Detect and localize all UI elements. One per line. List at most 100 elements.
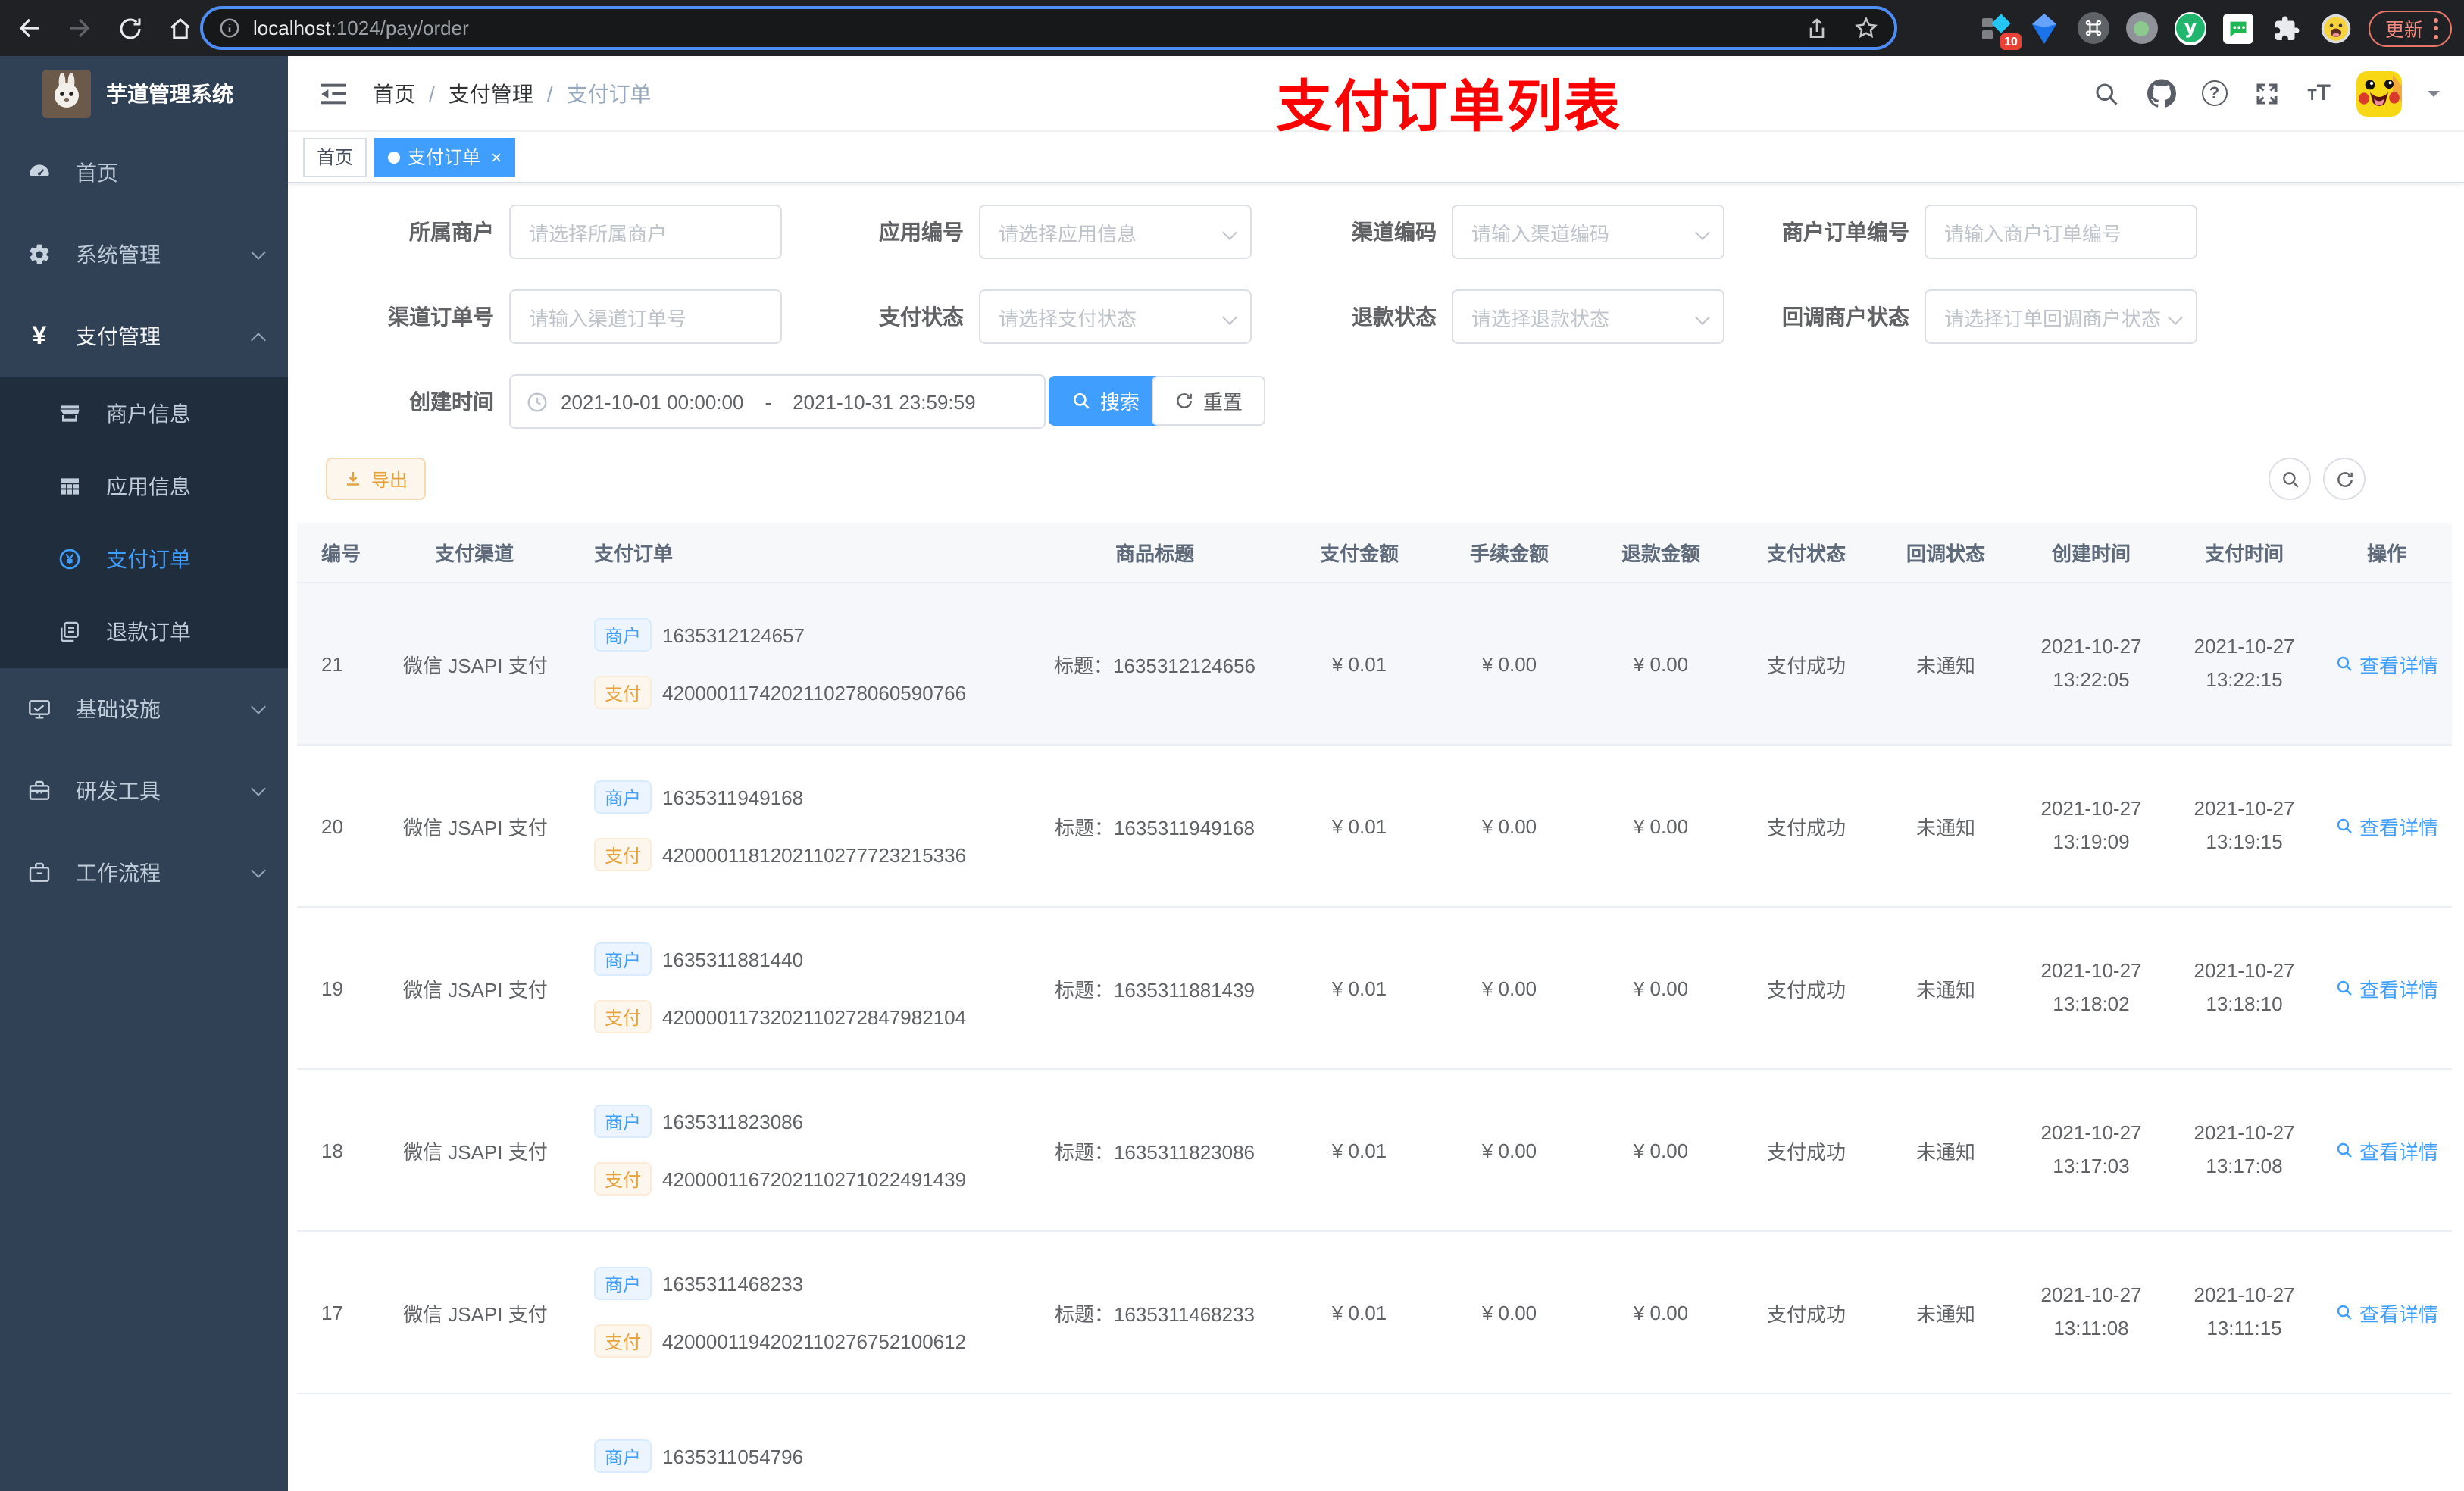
cell-created: 2021-10-27 13:11:08 <box>2040 1283 2142 1339</box>
sidebar-item-pay-order[interactable]: 支付订单 <box>0 523 288 595</box>
extension-pin-icon[interactable]: 10 <box>1981 12 2022 50</box>
view-detail-link[interactable]: 查看详情 <box>2335 811 2438 840</box>
sidebar-item-refund-order[interactable]: 退款订单 <box>0 595 288 668</box>
merchant-order-input[interactable]: 请输入商户订单编号 <box>1925 205 2197 259</box>
create-time-range-picker[interactable]: 2021-10-01 00:00:00 - 2021-10-31 23:59:5… <box>509 374 1046 429</box>
field-label: 支付状态 <box>879 305 964 329</box>
sidebar-item-label: 首页 <box>76 161 118 185</box>
field-label: 渠道编码 <box>1352 220 1437 244</box>
cell-amount: ¥ 0.01 <box>1331 1139 1387 1161</box>
pay-tag: 支付 <box>594 1324 652 1358</box>
sidebar-item-workflow[interactable]: 工作流程 <box>0 832 288 914</box>
view-detail-link[interactable]: 查看详情 <box>2335 649 2438 678</box>
browser-forward-icon[interactable] <box>65 14 94 42</box>
extension-kite-icon[interactable] <box>2029 12 2061 44</box>
magnifier-icon <box>2337 980 2352 996</box>
cell-status: 支付成功 <box>1766 1302 1846 1325</box>
sidebar-item-pay[interactable]: ¥ 支付管理 <box>0 295 288 377</box>
browser-update-button[interactable]: 更新 <box>2368 10 2452 46</box>
sidebar-item-home[interactable]: 首页 <box>0 132 288 214</box>
sidebar-collapse-icon[interactable] <box>318 78 349 108</box>
browser-back-icon[interactable] <box>15 14 44 42</box>
extensions-puzzle-icon[interactable] <box>2272 12 2303 44</box>
tab-pay-order[interactable]: 支付订单 × <box>374 137 516 177</box>
chevron-down-icon <box>251 699 266 714</box>
extension-chat-icon[interactable] <box>2223 12 2255 44</box>
tab-close-icon[interactable]: × <box>491 146 502 167</box>
cell-action: 查看详情 <box>2322 811 2452 840</box>
merchant-select[interactable]: 请选择所属商户 <box>509 205 782 259</box>
site-info-icon[interactable] <box>218 17 241 39</box>
chevron-down-icon <box>2168 310 2183 325</box>
gear-icon <box>27 242 52 267</box>
font-size-icon[interactable]: TT <box>2307 80 2331 106</box>
fullscreen-icon[interactable] <box>2253 79 2281 108</box>
sidebar-item-devtools[interactable]: 研发工具 <box>0 750 288 832</box>
bookmark-star-icon[interactable] <box>1853 15 1879 41</box>
breadcrumb-home[interactable]: 首页 <box>373 78 415 108</box>
user-avatar[interactable] <box>2356 70 2402 116</box>
extension-command-icon[interactable] <box>2077 12 2109 44</box>
channel-order-input[interactable]: 请输入渠道订单号 <box>509 289 782 344</box>
help-icon[interactable]: ? <box>2201 80 2228 106</box>
field-label: 退款状态 <box>1352 305 1437 329</box>
cell-title: 标题：1635311881439 <box>1054 978 1255 1001</box>
sidebar-item-merchant-info[interactable]: 商户信息 <box>0 377 288 450</box>
toggle-search-button[interactable] <box>2269 458 2311 500</box>
date-end: 2021-10-31 23:59:59 <box>793 390 976 413</box>
briefcase-icon <box>27 861 52 885</box>
cell-refund: ¥ 0.00 <box>1633 977 1689 999</box>
browser-menu-icon[interactable] <box>2434 17 2438 39</box>
browser-home-icon[interactable] <box>165 14 194 42</box>
cell-notify: 未通知 <box>1915 1140 1975 1163</box>
cell-channel: 微信 JSAPI 支付 <box>403 1140 548 1163</box>
sidebar-item-label: 系统管理 <box>76 242 161 267</box>
table-header-row: 编号 支付渠道 支付订单 商品标题 支付金额 手续金额 退款金额 支付状态 回调… <box>297 523 2452 583</box>
pay-status-select[interactable]: 请选择支付状态 <box>979 289 1252 344</box>
col-header-order: 支付订单 <box>594 542 674 565</box>
screen: localhost:1024/pay/order 10 y 更新 芋道管理系统 … <box>0 0 2464 1491</box>
sidebar-item-infra[interactable]: 基础设施 <box>0 668 288 750</box>
cell-paid: 2021-10-27 13:18:10 <box>2194 959 2295 1015</box>
cell-fee: ¥ 0.00 <box>1481 977 1537 999</box>
view-detail-link[interactable]: 查看详情 <box>2335 1298 2438 1327</box>
browser-reload-icon[interactable] <box>115 14 144 42</box>
refund-status-select[interactable]: 请选择退款状态 <box>1452 289 1724 344</box>
field-label: 商户订单编号 <box>1782 220 1909 244</box>
cell-fee: ¥ 0.00 <box>1481 652 1537 675</box>
tab-home[interactable]: 首页 <box>303 137 367 177</box>
sidebar-item-label: 应用信息 <box>106 474 191 499</box>
github-icon[interactable] <box>2147 79 2176 108</box>
merchant-tag: 商户 <box>594 1267 652 1300</box>
profile-avatar-icon[interactable] <box>2320 12 2352 44</box>
cell-refund: ¥ 0.00 <box>1633 652 1689 675</box>
sidebar-item-app-info[interactable]: 应用信息 <box>0 450 288 523</box>
search-button[interactable]: 搜索 <box>1049 376 1163 426</box>
extension-y-icon[interactable]: y <box>2174 11 2206 45</box>
yen-icon: ¥ <box>32 321 47 350</box>
breadcrumb-pay[interactable]: 支付管理 <box>449 78 533 108</box>
reset-button[interactable]: 重置 <box>1152 376 1266 426</box>
col-header-refund: 退款金额 <box>1621 542 1700 565</box>
address-bar[interactable]: localhost:1024/pay/order <box>200 6 1897 50</box>
cell-amount: ¥ 0.01 <box>1331 652 1387 675</box>
share-icon[interactable] <box>1805 16 1829 40</box>
search-icon[interactable] <box>2092 79 2121 108</box>
cell-order: 商户 1635311881440 支付 4200001173202110272847… <box>570 942 1024 1033</box>
app-logo[interactable]: 芋道管理系统 <box>0 56 288 132</box>
export-button[interactable]: 导出 <box>326 458 427 500</box>
view-detail-link[interactable]: 查看详情 <box>2335 974 2438 1002</box>
channel-code-select[interactable]: 请输入渠道编码 <box>1452 205 1724 259</box>
caret-down-icon[interactable] <box>2428 90 2440 102</box>
chevron-down-icon <box>1222 225 1237 240</box>
view-detail-link[interactable]: 查看详情 <box>2335 1136 2438 1164</box>
extension-dot-icon[interactable] <box>2125 12 2158 44</box>
cell-paid: 2021-10-27 13:22:15 <box>2194 635 2295 691</box>
cell-fee: ¥ 0.00 <box>1481 814 1537 837</box>
logo-rabbit-icon <box>42 70 91 118</box>
app-select[interactable]: 请选择应用信息 <box>979 205 1252 259</box>
notify-status-select[interactable]: 请选择订单回调商户状态 <box>1925 289 2197 344</box>
extension-badge: 10 <box>2000 33 2022 50</box>
sidebar-item-system[interactable]: 系统管理 <box>0 214 288 295</box>
refresh-table-button[interactable] <box>2323 458 2366 500</box>
